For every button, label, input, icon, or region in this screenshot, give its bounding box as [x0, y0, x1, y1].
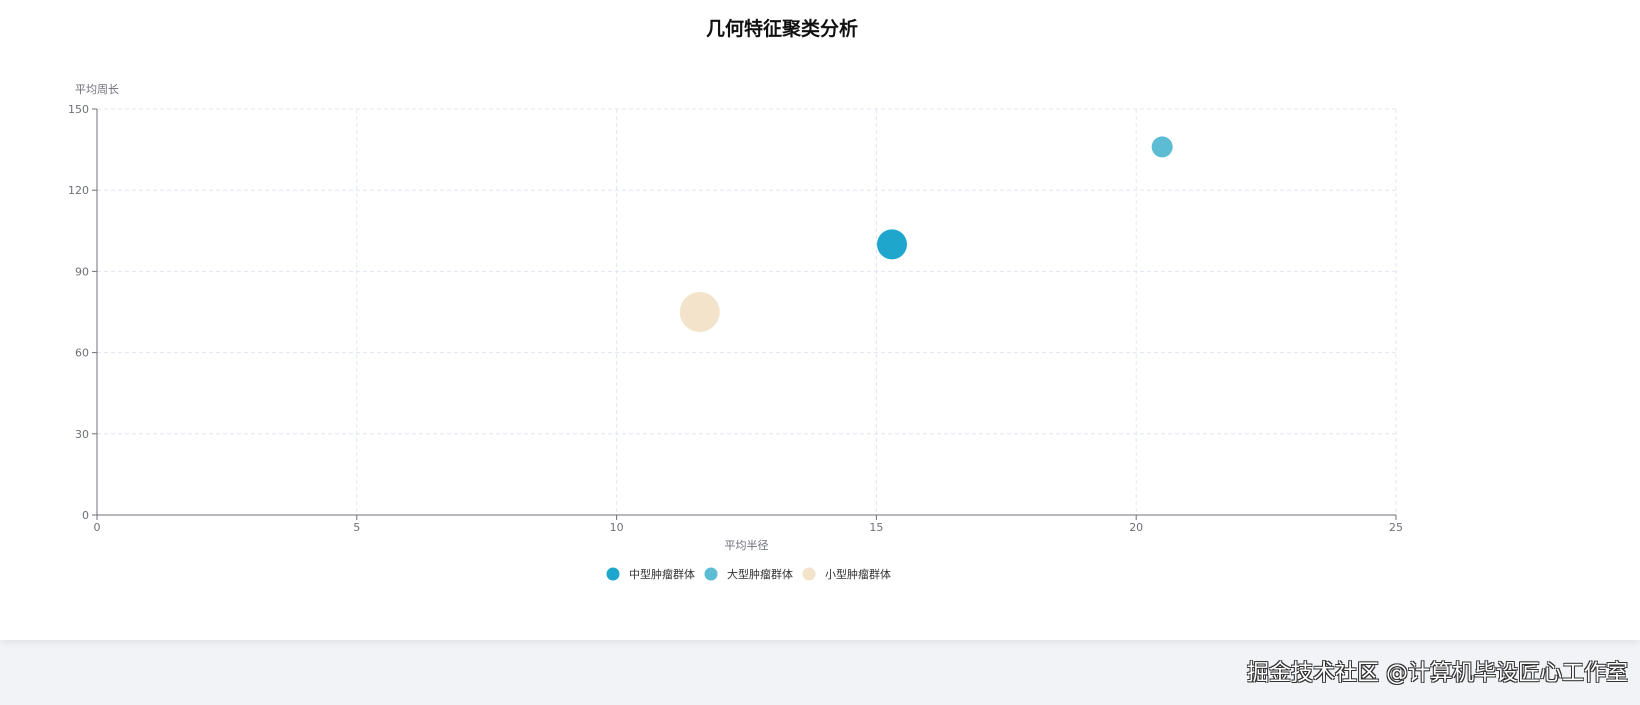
- y-tick-label: 90: [75, 265, 89, 278]
- watermark: 掘金技术社区 @计算机毕设匠心工作室: [1247, 661, 1628, 686]
- legend-item-label[interactable]: 大型肿瘤群体: [727, 567, 793, 581]
- y-axis-title: 平均周长: [75, 83, 119, 96]
- legend-marker[interactable]: [606, 567, 620, 581]
- x-axis-title: 平均半径: [725, 538, 769, 552]
- data-point[interactable]: [876, 229, 907, 260]
- legend-item-label[interactable]: 小型肿瘤群体: [825, 567, 891, 581]
- x-tick-label: 0: [94, 521, 101, 534]
- y-tick-label: 60: [75, 347, 89, 360]
- x-tick-label: 15: [869, 521, 883, 534]
- legend-marker[interactable]: [802, 567, 816, 581]
- scatter-chart: 0 30 60 90 120 150 0 5 10 15 20 25 平均周长平均半径中型肿瘤群体 大型肿…: [68, 83, 1403, 581]
- x-tick-label: 20: [1129, 521, 1143, 534]
- y-tick-label: 150: [68, 103, 89, 116]
- x-tick-label: 5: [353, 521, 360, 534]
- y-tick-label: 30: [75, 428, 89, 441]
- x-tick-label: 25: [1389, 521, 1403, 534]
- legend-item-label[interactable]: 中型肿瘤群体: [629, 567, 695, 581]
- y-tick-label: 120: [68, 184, 89, 197]
- x-tick-label: 10: [610, 521, 624, 534]
- chart-card: 几何特征聚类分析 0 30 60 90 120 150 0 5 10 15 20 25 平均周长 平均半径…: [0, 0, 1640, 640]
- data-point[interactable]: [1151, 136, 1173, 158]
- legend-marker[interactable]: [704, 567, 718, 581]
- y-tick-label: 0: [82, 509, 89, 522]
- data-point[interactable]: [679, 292, 720, 332]
